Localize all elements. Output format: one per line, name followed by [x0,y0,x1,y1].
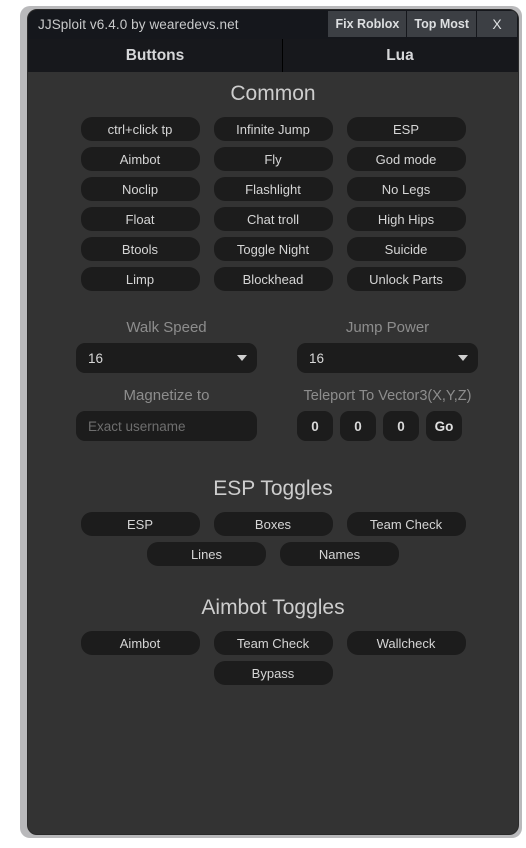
teleport-go-button[interactable]: Go [426,411,462,441]
walk-speed-select[interactable]: 16 [76,343,257,373]
walk-speed-label: Walk Speed [126,319,207,336]
button-noclip[interactable]: Noclip [80,177,200,201]
window-title: JJSploit v6.4.0 by wearedevs.net [38,17,239,32]
teleport-x-input[interactable] [297,411,333,441]
tab-bar: Buttons Lua [28,39,518,72]
jump-power-select[interactable]: 16 [297,343,478,373]
button-ctrl-click-tp[interactable]: ctrl+click tp [80,117,200,141]
button-unlock-parts[interactable]: Unlock Parts [346,267,466,291]
aimbot-toggle-wallcheck[interactable]: Wallcheck [346,631,466,655]
button-blockhead[interactable]: Blockhead [213,267,333,291]
button-god-mode[interactable]: God mode [346,147,466,171]
button-infinite-jump[interactable]: Infinite Jump [213,117,333,141]
common-button-grid: ctrl+click tp Infinite Jump ESP Aimbot F… [28,117,518,291]
fix-roblox-button[interactable]: Fix Roblox [328,11,407,37]
button-esp[interactable]: ESP [346,117,466,141]
teleport-label: Teleport To Vector3(X,Y,Z) [303,388,472,404]
chevron-down-icon [458,355,468,361]
teleport-y-input[interactable] [340,411,376,441]
magnetize-input[interactable] [76,411,257,441]
close-button[interactable]: X [477,11,517,37]
section-title-aimbot-toggles: Aimbot Toggles [201,596,345,619]
tab-content-buttons: Common ctrl+click tp Infinite Jump ESP A… [28,72,518,834]
form-column-left: Walk Speed 16 Magnetize to [76,317,257,441]
title-bar: JJSploit v6.4.0 by wearedevs.net Fix Rob… [28,10,518,39]
button-toggle-night[interactable]: Toggle Night [213,237,333,261]
button-high-hips[interactable]: High Hips [346,207,466,231]
button-fly[interactable]: Fly [213,147,333,171]
esp-toggles-grid: ESP Boxes Team Check Lines Names [28,512,518,566]
button-chat-troll[interactable]: Chat troll [213,207,333,231]
teleport-z-input[interactable] [383,411,419,441]
aimbot-toggles-grid: Aimbot Team Check Wallcheck Bypass [28,631,518,685]
esp-toggle-lines[interactable]: Lines [147,542,266,566]
esp-toggle-esp[interactable]: ESP [80,512,200,536]
tab-buttons[interactable]: Buttons [28,39,282,72]
jump-power-value: 16 [309,350,325,366]
esp-toggle-team-check[interactable]: Team Check [346,512,466,536]
esp-toggle-boxes[interactable]: Boxes [213,512,333,536]
button-no-legs[interactable]: No Legs [346,177,466,201]
esp-toggle-names[interactable]: Names [280,542,399,566]
aimbot-toggle-team-check[interactable]: Team Check [213,631,333,655]
button-suicide[interactable]: Suicide [346,237,466,261]
button-limp[interactable]: Limp [80,267,200,291]
top-most-button[interactable]: Top Most [407,11,476,37]
form-column-right: Jump Power 16 Teleport To Vector3(X,Y,Z)… [297,317,478,441]
section-title-common: Common [230,82,316,105]
teleport-vector-row: Go [297,411,478,441]
tab-lua[interactable]: Lua [282,39,518,72]
button-btools[interactable]: Btools [80,237,200,261]
aimbot-toggle-aimbot[interactable]: Aimbot [80,631,200,655]
chevron-down-icon [237,355,247,361]
jjsploit-window: JJSploit v6.4.0 by wearedevs.net Fix Rob… [27,9,519,835]
aimbot-toggle-bypass[interactable]: Bypass [213,661,333,685]
jump-power-label: Jump Power [345,319,430,336]
section-title-esp-toggles: ESP Toggles [213,477,333,500]
walk-speed-value: 16 [88,350,104,366]
screen: JJSploit v6.4.0 by wearedevs.net Fix Rob… [0,0,526,848]
form-block: Walk Speed 16 Magnetize to Jump Power 16… [28,317,518,441]
button-aimbot[interactable]: Aimbot [80,147,200,171]
button-float[interactable]: Float [80,207,200,231]
button-flashlight[interactable]: Flashlight [213,177,333,201]
magnetize-label: Magnetize to [123,387,210,404]
